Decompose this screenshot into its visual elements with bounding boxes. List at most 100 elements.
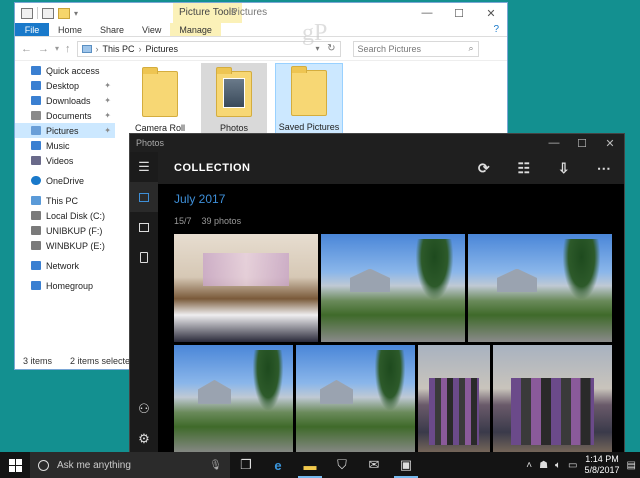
sidebar-item-documents[interactable]: Documents ✦ xyxy=(15,108,115,123)
properties-icon[interactable] xyxy=(42,7,54,19)
collection-title: COLLECTION xyxy=(174,162,251,174)
taskbar: Ask me anything 🎙︎ ❐ e ▬ ⛉ ✉ ▣ ˄ ☗ 🔈︎ ▭ … xyxy=(0,452,640,478)
photos-titlebar: Photos — ☐ ✕ xyxy=(130,134,624,152)
more-options-icon[interactable]: ⋯ xyxy=(584,152,624,184)
recent-locations-icon[interactable]: ▾ xyxy=(55,44,59,53)
windows-logo-icon xyxy=(8,458,22,472)
battery-icon[interactable]: ▭ xyxy=(568,460,577,471)
up-button[interactable]: ↑ xyxy=(65,43,71,55)
sidebar-item-onedrive[interactable]: OneDrive xyxy=(15,173,115,188)
breadcrumb-pictures[interactable]: Pictures xyxy=(146,44,179,54)
sidebar-item-this-pc[interactable]: This PC xyxy=(15,193,115,208)
watermark-logo: gP xyxy=(302,20,328,46)
photo-thumbnail[interactable] xyxy=(296,345,415,452)
forward-button[interactable]: → xyxy=(38,43,49,55)
system-menu-icon[interactable] xyxy=(21,7,33,19)
sidebar-item-network[interactable]: Network xyxy=(15,258,115,273)
photos-app-window: Photos — ☐ ✕ ☰ ⚇ ⚙ COLLECTION ⟳ ☷ ⇩ ⋯ Ju… xyxy=(129,133,625,453)
file-explorer-taskbar-icon[interactable]: ▬ xyxy=(294,452,326,478)
volume-icon[interactable]: 🔈︎ xyxy=(555,460,561,471)
search-input[interactable]: Search Pictures ⌕ xyxy=(352,40,479,57)
sidebar-item-winbkup-e[interactable]: WINBKUP (E:) xyxy=(15,238,115,253)
sidebar-item-label: Homegroup xyxy=(46,280,94,291)
pin-icon[interactable]: ✦ xyxy=(104,126,111,135)
breadcrumb-this-pc[interactable]: This PC xyxy=(103,44,135,54)
maximize-button[interactable]: ☐ xyxy=(443,3,475,23)
tab-manage[interactable]: Manage xyxy=(170,23,221,36)
sidebar-item-label: Quick access xyxy=(46,65,100,76)
customize-qat-icon[interactable]: ▾ xyxy=(74,9,78,18)
photo-thumbnail[interactable] xyxy=(174,234,318,342)
pin-icon[interactable]: ✦ xyxy=(104,111,111,120)
group-date: 15/7 xyxy=(174,216,192,226)
refresh-icon[interactable]: ↻ xyxy=(327,43,335,54)
import-icon[interactable]: ⇩ xyxy=(544,152,584,184)
pin-icon[interactable]: ✦ xyxy=(104,81,111,90)
address-bar[interactable]: › This PC › Pictures ▾ ↻ xyxy=(76,40,341,57)
sidebar-item-quick-access[interactable]: Quick access xyxy=(15,63,115,78)
sidebar-item-local-disk-c[interactable]: Local Disk (C:) xyxy=(15,208,115,223)
desktop-icon xyxy=(31,81,41,90)
sidebar-item-label: OneDrive xyxy=(46,175,85,186)
select-icon[interactable]: ☷ xyxy=(504,152,544,184)
photos-close-button[interactable]: ✕ xyxy=(596,134,624,152)
show-hidden-icons[interactable]: ˄ xyxy=(526,460,532,471)
tab-file[interactable]: File xyxy=(15,23,49,36)
albums-nav-icon[interactable] xyxy=(130,212,158,242)
tab-share[interactable]: Share xyxy=(91,23,133,36)
refresh-icon[interactable]: ⟳ xyxy=(464,152,504,184)
sidebar-item-desktop[interactable]: Desktop ✦ xyxy=(15,78,115,93)
sidebar-item-label: Local Disk (C:) xyxy=(46,210,106,221)
sidebar-item-music[interactable]: Music xyxy=(15,138,115,153)
photos-taskbar-icon[interactable]: ▣ xyxy=(390,452,422,478)
settings-icon[interactable]: ⚙ xyxy=(130,424,158,452)
collection-nav-icon[interactable] xyxy=(130,182,158,212)
action-center-icon[interactable]: ▤ xyxy=(627,460,636,471)
cortana-icon xyxy=(38,459,49,471)
task-view-icon[interactable]: ❐ xyxy=(230,452,262,478)
store-icon[interactable]: ⛉ xyxy=(326,452,358,478)
folders-nav-icon[interactable] xyxy=(130,242,158,272)
edge-icon[interactable]: e xyxy=(262,452,294,478)
photo-thumbnail[interactable] xyxy=(493,345,612,452)
cortana-search-box[interactable]: Ask me anything 🎙︎ xyxy=(30,452,230,478)
system-tray: ˄ ☗ 🔈︎ ▭ 1:14 PM 5/8/2017 ▤ xyxy=(526,454,640,476)
star-icon xyxy=(31,66,41,75)
cloud-icon xyxy=(31,176,41,185)
minimize-button[interactable]: — xyxy=(411,3,443,23)
help-icon[interactable]: ? xyxy=(493,24,499,35)
sidebar-item-videos[interactable]: Videos xyxy=(15,153,115,168)
folder-photos[interactable]: Photos xyxy=(201,63,267,135)
hamburger-menu-icon[interactable]: ☰ xyxy=(130,152,158,182)
pin-icon[interactable]: ✦ xyxy=(104,96,111,105)
tab-home[interactable]: Home xyxy=(49,23,91,36)
month-heading[interactable]: July 2017 xyxy=(174,192,225,206)
folder-camera-roll[interactable]: Camera Roll xyxy=(127,63,193,135)
photos-maximize-button[interactable]: ☐ xyxy=(568,134,596,152)
sidebar-item-label: This PC xyxy=(46,195,79,206)
tab-view[interactable]: View xyxy=(133,23,170,36)
microphone-icon[interactable]: 🎙︎ xyxy=(209,460,222,471)
start-button[interactable] xyxy=(0,452,30,478)
photo-thumbnail[interactable] xyxy=(174,345,293,452)
sidebar-item-downloads[interactable]: Downloads ✦ xyxy=(15,93,115,108)
sidebar-item-label: Desktop xyxy=(46,80,80,91)
sidebar-item-homegroup[interactable]: Homegroup xyxy=(15,278,115,293)
photo-grid xyxy=(174,234,614,452)
sidebar-item-unibkup-f[interactable]: UNIBKUP (F:) xyxy=(15,223,115,238)
photo-thumbnail[interactable] xyxy=(468,234,612,342)
folder-icon xyxy=(216,67,252,117)
back-button[interactable]: ← xyxy=(21,43,32,55)
clock[interactable]: 1:14 PM 5/8/2017 xyxy=(585,454,620,476)
sidebar-item-pictures[interactable]: Pictures ✦ xyxy=(15,123,115,138)
new-folder-icon[interactable] xyxy=(58,7,70,19)
photo-thumbnail[interactable] xyxy=(321,234,465,342)
close-button[interactable]: ✕ xyxy=(475,3,507,23)
mail-icon[interactable]: ✉ xyxy=(358,452,390,478)
account-icon[interactable]: ⚇ xyxy=(130,394,158,424)
photo-thumbnail[interactable] xyxy=(418,345,490,452)
photos-minimize-button[interactable]: — xyxy=(540,134,568,152)
folder-saved-pictures[interactable]: Saved Pictures xyxy=(275,63,343,135)
network-icon[interactable]: ☗ xyxy=(539,460,548,471)
clock-date: 5/8/2017 xyxy=(584,465,620,475)
